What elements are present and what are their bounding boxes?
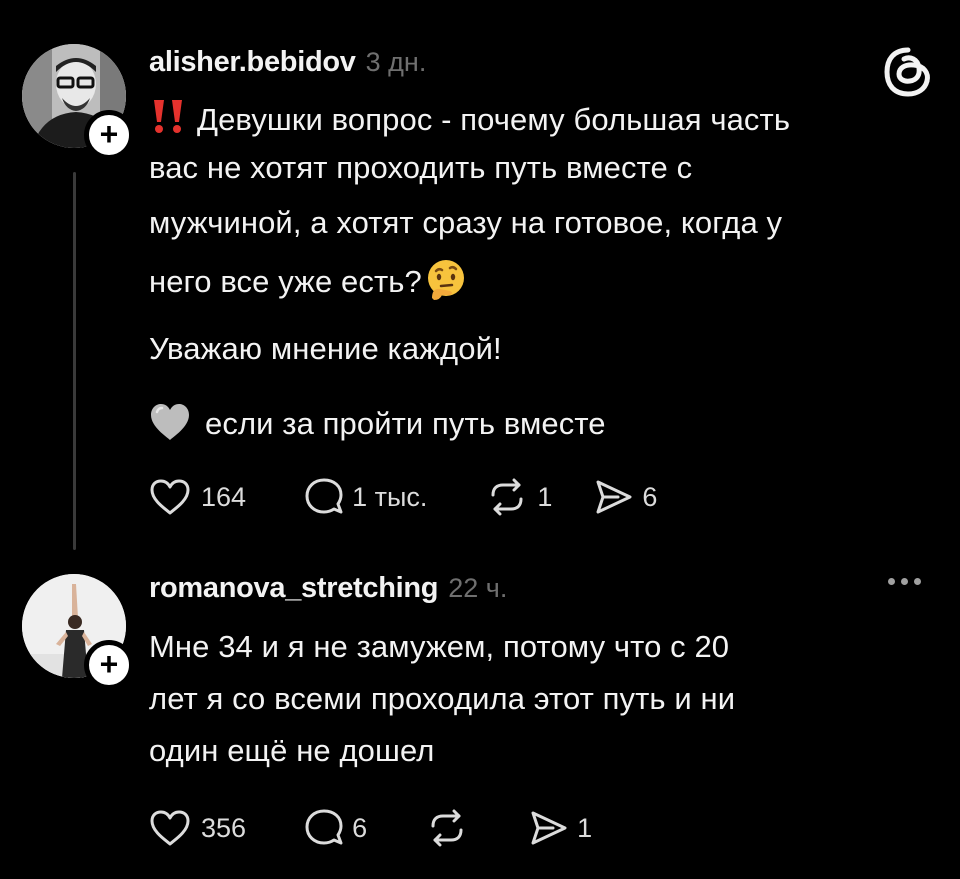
post-header: romanova_stretching 22 ч.	[149, 572, 507, 612]
send-icon	[596, 480, 632, 514]
double-exclamation-icon	[154, 100, 182, 133]
post-header: alisher.bebidov 3 дн.	[149, 46, 426, 86]
follow-plus-button[interactable]: +	[84, 640, 134, 690]
username[interactable]: alisher.bebidov	[149, 46, 356, 79]
repost-icon	[491, 478, 523, 516]
post-text-line-2: лет я со всеми проходила этот путь и ни	[149, 681, 736, 716]
share-count: 6	[642, 481, 658, 512]
post-actions: 356 6 1	[149, 805, 592, 851]
dot-icon	[914, 578, 921, 585]
send-icon	[531, 811, 567, 845]
post-text-paragraph-3: если за пройти путь вместе	[149, 402, 606, 442]
thinking-face-icon	[427, 260, 464, 300]
post-text-line-1: Мне 34 и я не замужем, потому что с 20	[149, 629, 730, 664]
reply-count: 1 тыс.	[352, 481, 428, 512]
share-button[interactable]: 1	[529, 809, 592, 847]
more-options-button[interactable]	[888, 578, 921, 585]
heart-icon	[150, 479, 190, 515]
heart-icon	[150, 810, 190, 846]
timestamp: 22 ч.	[448, 573, 508, 603]
thread-line	[73, 172, 76, 550]
reply-button[interactable]: 1 тыс.	[304, 477, 427, 517]
repost-button[interactable]: 1	[487, 478, 552, 516]
username[interactable]: romanova_stretching	[149, 572, 439, 605]
post-text: него все уже есть?	[149, 264, 422, 299]
post-text-line-3: один ещё не дошел	[149, 733, 435, 768]
like-button[interactable]: 164	[149, 478, 246, 516]
comment-bubble-icon	[305, 809, 343, 845]
post-actions: 164 1 тыс. 1 6	[149, 474, 657, 520]
avatar-alisher-wrap[interactable]: +	[22, 44, 134, 160]
repost-button[interactable]	[427, 809, 477, 847]
reply-button[interactable]: 6	[304, 808, 367, 848]
post-text-line-2: вас не хотят проходить путь вместе с	[149, 150, 693, 185]
like-count: 356	[201, 812, 247, 843]
comment-bubble-icon	[305, 478, 343, 514]
follow-plus-button[interactable]: +	[84, 110, 134, 160]
like-button[interactable]: 356	[149, 809, 246, 847]
avatar-romanova-wrap[interactable]: +	[22, 574, 134, 690]
repost-icon	[431, 809, 463, 847]
grey-heart-icon	[151, 404, 189, 440]
threads-logo-icon[interactable]	[880, 44, 936, 100]
post-text-paragraph-2: Уважаю мнение каждой!	[149, 331, 502, 366]
post-text: если за пройти путь вместе	[205, 406, 606, 441]
like-count: 164	[201, 481, 247, 512]
post-text-line-1: Девушки вопрос - почему большая часть	[149, 98, 790, 138]
post-text: Девушки вопрос - почему большая часть	[197, 102, 791, 137]
reply-count: 6	[352, 812, 368, 843]
dot-icon	[888, 578, 895, 585]
dot-icon	[901, 578, 908, 585]
post-text-line-4: него все уже есть?	[149, 258, 468, 302]
share-button[interactable]: 6	[594, 478, 657, 516]
timestamp: 3 дн.	[365, 47, 427, 77]
repost-count: 1	[537, 481, 553, 512]
share-count: 1	[577, 812, 593, 843]
post-text-line-3: мужчиной, а хотят сразу на готовое, когд…	[149, 205, 783, 240]
